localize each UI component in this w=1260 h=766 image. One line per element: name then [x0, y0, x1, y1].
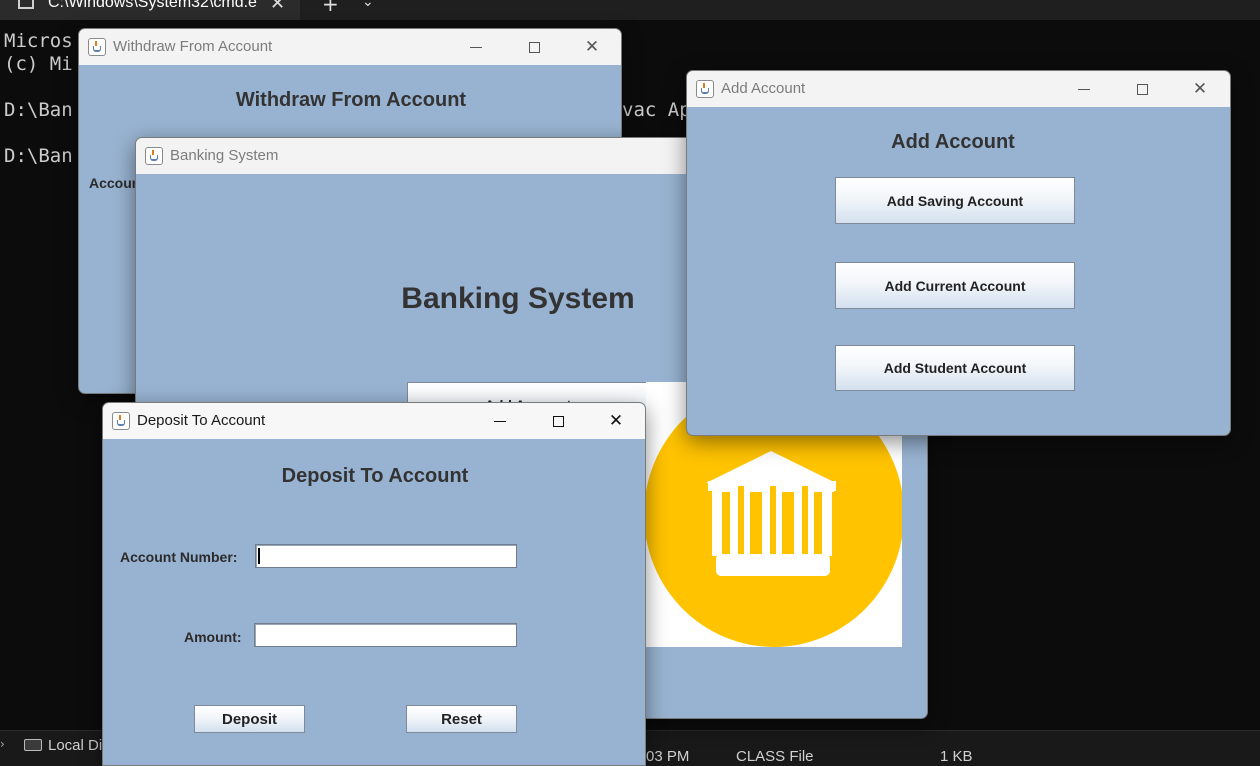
- close-button[interactable]: ✕: [587, 403, 645, 439]
- account-number-field[interactable]: [255, 544, 517, 568]
- add-account-heading: Add Account: [891, 131, 1015, 153]
- deposit-heading: Deposit To Account: [281, 465, 469, 487]
- withdraw-heading: Withdraw From Account: [235, 89, 467, 111]
- window-title: Withdraw From Account: [113, 38, 273, 55]
- terminal-line-fragment: vac Ap: [622, 99, 691, 121]
- terminal-line: (c) Mi: [4, 53, 73, 75]
- file-type: CLASS File: [736, 748, 814, 765]
- close-button[interactable]: ✕: [563, 29, 621, 65]
- text-caret: [258, 548, 260, 564]
- minimize-icon: [1078, 88, 1090, 90]
- file-modified-time: 03 PM: [646, 748, 690, 765]
- add-account-titlebar[interactable]: Add Account ✕: [687, 71, 1230, 107]
- close-icon: ✕: [584, 37, 600, 57]
- maximize-icon: [552, 415, 564, 427]
- terminal-icon: [18, 0, 34, 9]
- close-icon: ✕: [1192, 79, 1208, 99]
- maximize-button[interactable]: [1113, 71, 1171, 107]
- chevron-down-icon[interactable]: ⌄: [362, 0, 374, 10]
- amount-label: Amount:: [184, 629, 242, 645]
- maximize-button[interactable]: [529, 403, 587, 439]
- maximize-icon: [1136, 83, 1148, 95]
- add-saving-account-button[interactable]: Add Saving Account: [835, 177, 1075, 224]
- terminal-line: D:\Ban: [4, 145, 73, 167]
- minimize-button[interactable]: [1055, 71, 1113, 107]
- deposit-titlebar[interactable]: Deposit To Account ✕: [103, 403, 645, 439]
- terminal-tab[interactable]: C:\Windows\System32\cmd.e ✕: [0, 0, 300, 20]
- amount-field[interactable]: [254, 623, 517, 647]
- reset-button[interactable]: Reset: [406, 705, 517, 733]
- new-tab-button[interactable]: +: [322, 0, 339, 16]
- terminal-line: Micros: [4, 30, 73, 52]
- withdraw-titlebar[interactable]: Withdraw From Account ✕: [79, 29, 621, 65]
- deposit-window: Deposit To Account ✕ Deposit To Account …: [102, 402, 646, 766]
- java-cup-icon: [112, 412, 130, 430]
- maximize-button[interactable]: [505, 29, 563, 65]
- close-icon: ✕: [608, 411, 624, 431]
- terminal-tabstrip: C:\Windows\System32\cmd.e ✕ + ⌄: [0, 0, 1260, 20]
- close-icon[interactable]: ✕: [270, 0, 285, 14]
- minimize-icon: [494, 420, 506, 422]
- chevron-right-icon[interactable]: ›: [0, 737, 5, 751]
- window-title: Deposit To Account: [137, 412, 266, 429]
- terminal-tab-title: C:\Windows\System32\cmd.e: [48, 0, 257, 11]
- minimize-button[interactable]: [447, 29, 505, 65]
- java-cup-icon: [145, 147, 163, 165]
- terminal-line: D:\Ban: [4, 99, 73, 121]
- deposit-button[interactable]: Deposit: [194, 705, 305, 733]
- window-title: Banking System: [170, 147, 279, 164]
- add-student-account-button[interactable]: Add Student Account: [835, 345, 1075, 391]
- window-title: Add Account: [721, 80, 806, 97]
- drive-icon: [24, 739, 42, 751]
- add-account-window: Add Account ✕ Add Account Add Saving Acc…: [686, 70, 1231, 436]
- java-cup-icon: [696, 80, 714, 98]
- minimize-icon: [470, 46, 482, 48]
- java-cup-icon: [88, 38, 106, 56]
- account-number-label: Account Number:: [120, 549, 238, 565]
- add-current-account-button[interactable]: Add Current Account: [835, 262, 1075, 309]
- close-button[interactable]: ✕: [1171, 71, 1229, 107]
- drive-label[interactable]: Local Di: [48, 737, 102, 754]
- maximize-icon: [528, 41, 540, 53]
- file-size: 1 KB: [940, 748, 973, 765]
- account-number-label: Accoun: [89, 175, 141, 191]
- minimize-button[interactable]: [471, 403, 529, 439]
